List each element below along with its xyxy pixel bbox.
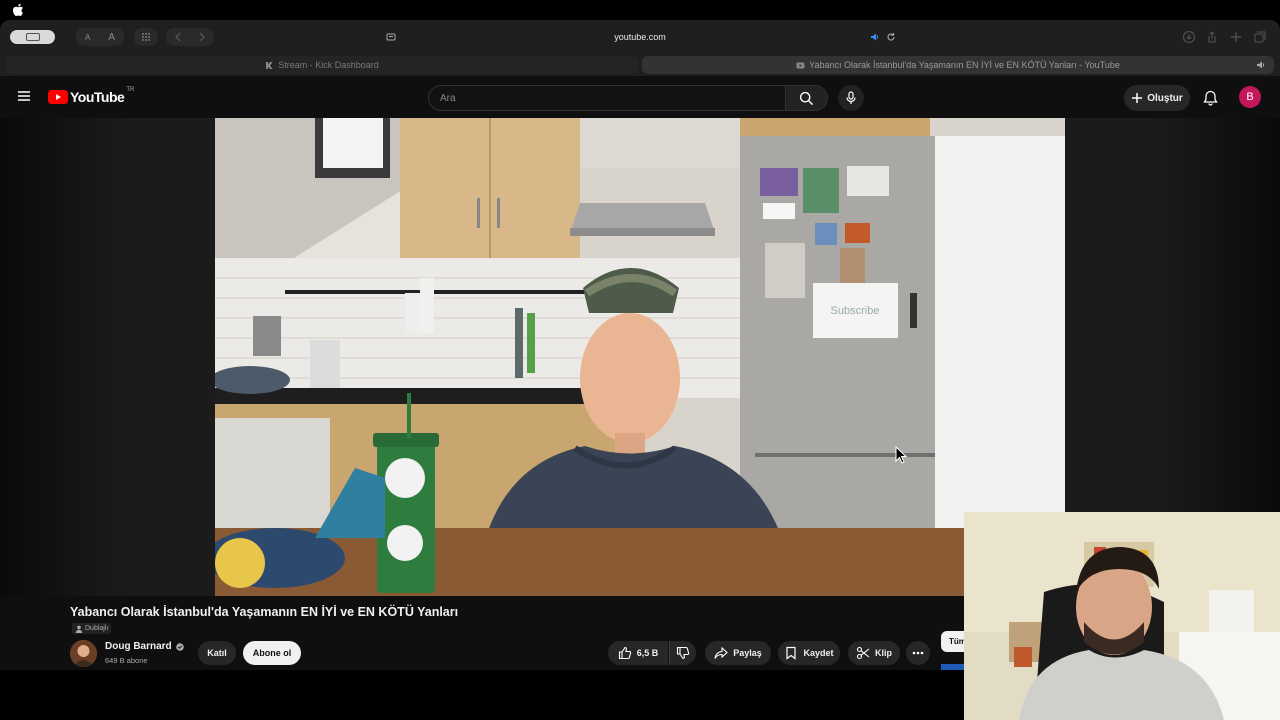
search-input[interactable] <box>429 86 785 110</box>
new-tab-icon[interactable] <box>1229 30 1243 44</box>
channel-name-text: Doug Barnard <box>105 641 172 652</box>
account-avatar[interactable]: B <box>1239 86 1261 108</box>
more-dots-icon <box>912 651 924 655</box>
youtube-header: YouTube TR Oluştur B <box>0 76 1280 118</box>
more-actions-button[interactable] <box>906 641 930 665</box>
dubbed-label: Dublajlı <box>85 625 109 632</box>
dubbed-badge: Dublajlı <box>72 623 112 634</box>
thumbs-up-icon <box>618 646 631 660</box>
subscribe-button[interactable]: Abone ol <box>243 641 301 665</box>
video-title: Yabancı Olarak İstanbul'da Yaşamanın EN … <box>70 605 459 619</box>
youtube-play-icon <box>48 90 68 104</box>
apple-logo-icon[interactable] <box>12 3 24 17</box>
country-code: TR <box>126 87 135 93</box>
bell-icon <box>1202 90 1218 106</box>
navigation-group <box>166 28 214 46</box>
share-arrow-icon <box>714 646 729 659</box>
kick-favicon-icon <box>266 61 273 69</box>
font-smaller-button[interactable]: A <box>85 33 90 42</box>
webcam-feed-image <box>964 512 1280 720</box>
save-label: Kaydet <box>803 648 834 658</box>
notifications-button[interactable] <box>1200 88 1220 108</box>
scissors-icon <box>856 646 870 660</box>
video-player[interactable]: Subscribe <box>215 118 1065 596</box>
share-label: Paylaş <box>733 648 762 658</box>
tab-label: Stream - Kick Dashboard <box>278 60 379 70</box>
share-icon[interactable] <box>1205 30 1219 44</box>
youtube-favicon-icon <box>796 62 805 68</box>
clip-label: Klip <box>875 648 892 658</box>
create-label: Oluştur <box>1147 92 1183 104</box>
mouse-cursor-icon <box>895 446 907 464</box>
page-settings-icon[interactable] <box>386 32 396 42</box>
tab-label: Yabancı Olarak İstanbul'da Yaşamanın EN … <box>809 60 1120 70</box>
tab-overview-button[interactable] <box>134 28 158 46</box>
save-button[interactable]: Kaydet <box>778 641 840 665</box>
create-button[interactable]: Oluştur <box>1124 85 1190 111</box>
share-button[interactable]: Paylaş <box>705 641 771 665</box>
font-larger-button[interactable]: A <box>108 32 115 43</box>
hamburger-menu-icon[interactable] <box>16 88 32 104</box>
search-icon <box>799 91 814 105</box>
back-icon[interactable] <box>174 32 182 42</box>
tab-youtube-video[interactable]: Yabancı Olarak İstanbul'da Yaşamanın EN … <box>642 56 1274 74</box>
reload-icon[interactable] <box>886 32 896 42</box>
youtube-logo[interactable]: YouTube TR <box>48 87 135 105</box>
tab-kick-dashboard[interactable]: Stream - Kick Dashboard <box>6 56 638 74</box>
channel-name[interactable]: Doug Barnard <box>105 641 184 652</box>
search-button[interactable] <box>786 85 828 111</box>
join-button[interactable]: Katıl <box>198 641 236 665</box>
webcam-overlay <box>964 512 1280 720</box>
youtube-logo-text: YouTube <box>70 89 125 105</box>
download-icon[interactable] <box>1182 30 1196 44</box>
grid-icon <box>142 33 150 41</box>
menu-bar <box>0 0 1280 20</box>
sidebar-toggle-button[interactable] <box>10 30 55 44</box>
tabs-overview-icon[interactable] <box>1253 30 1267 44</box>
channel-avatar[interactable] <box>70 640 97 667</box>
url-text: youtube.com <box>614 32 666 42</box>
search-box <box>428 85 786 111</box>
verified-badge-icon <box>175 642 184 651</box>
sidebar-icon <box>25 33 40 41</box>
video-frame-image: Subscribe <box>215 118 1065 596</box>
tab-audio-icon[interactable] <box>1256 60 1266 70</box>
subscriber-count: 649 B abone <box>105 656 148 665</box>
tab-bar: Stream - Kick Dashboard Yabancı Olarak İ… <box>0 54 1280 76</box>
forward-icon[interactable] <box>198 32 206 42</box>
audio-playing-icon[interactable] <box>870 32 880 42</box>
browser-toolbar: A A youtube.com <box>0 20 1280 54</box>
thumbs-down-icon <box>676 646 690 660</box>
bookmark-icon <box>786 646 797 660</box>
channel-avatar-image <box>70 640 97 667</box>
like-count: 6,5 B <box>636 648 659 658</box>
whiteboard-text: Subscribe <box>831 305 880 317</box>
plus-icon <box>1132 93 1143 103</box>
dubbed-person-icon <box>75 625 83 633</box>
like-button[interactable]: 6,5 B <box>608 641 668 665</box>
font-size-group: A A <box>76 28 124 46</box>
clip-button[interactable]: Klip <box>848 641 900 665</box>
address-bar[interactable]: youtube.com <box>380 27 900 47</box>
dislike-button[interactable] <box>669 641 696 665</box>
microphone-icon <box>846 91 856 104</box>
voice-search-button[interactable] <box>838 85 864 111</box>
